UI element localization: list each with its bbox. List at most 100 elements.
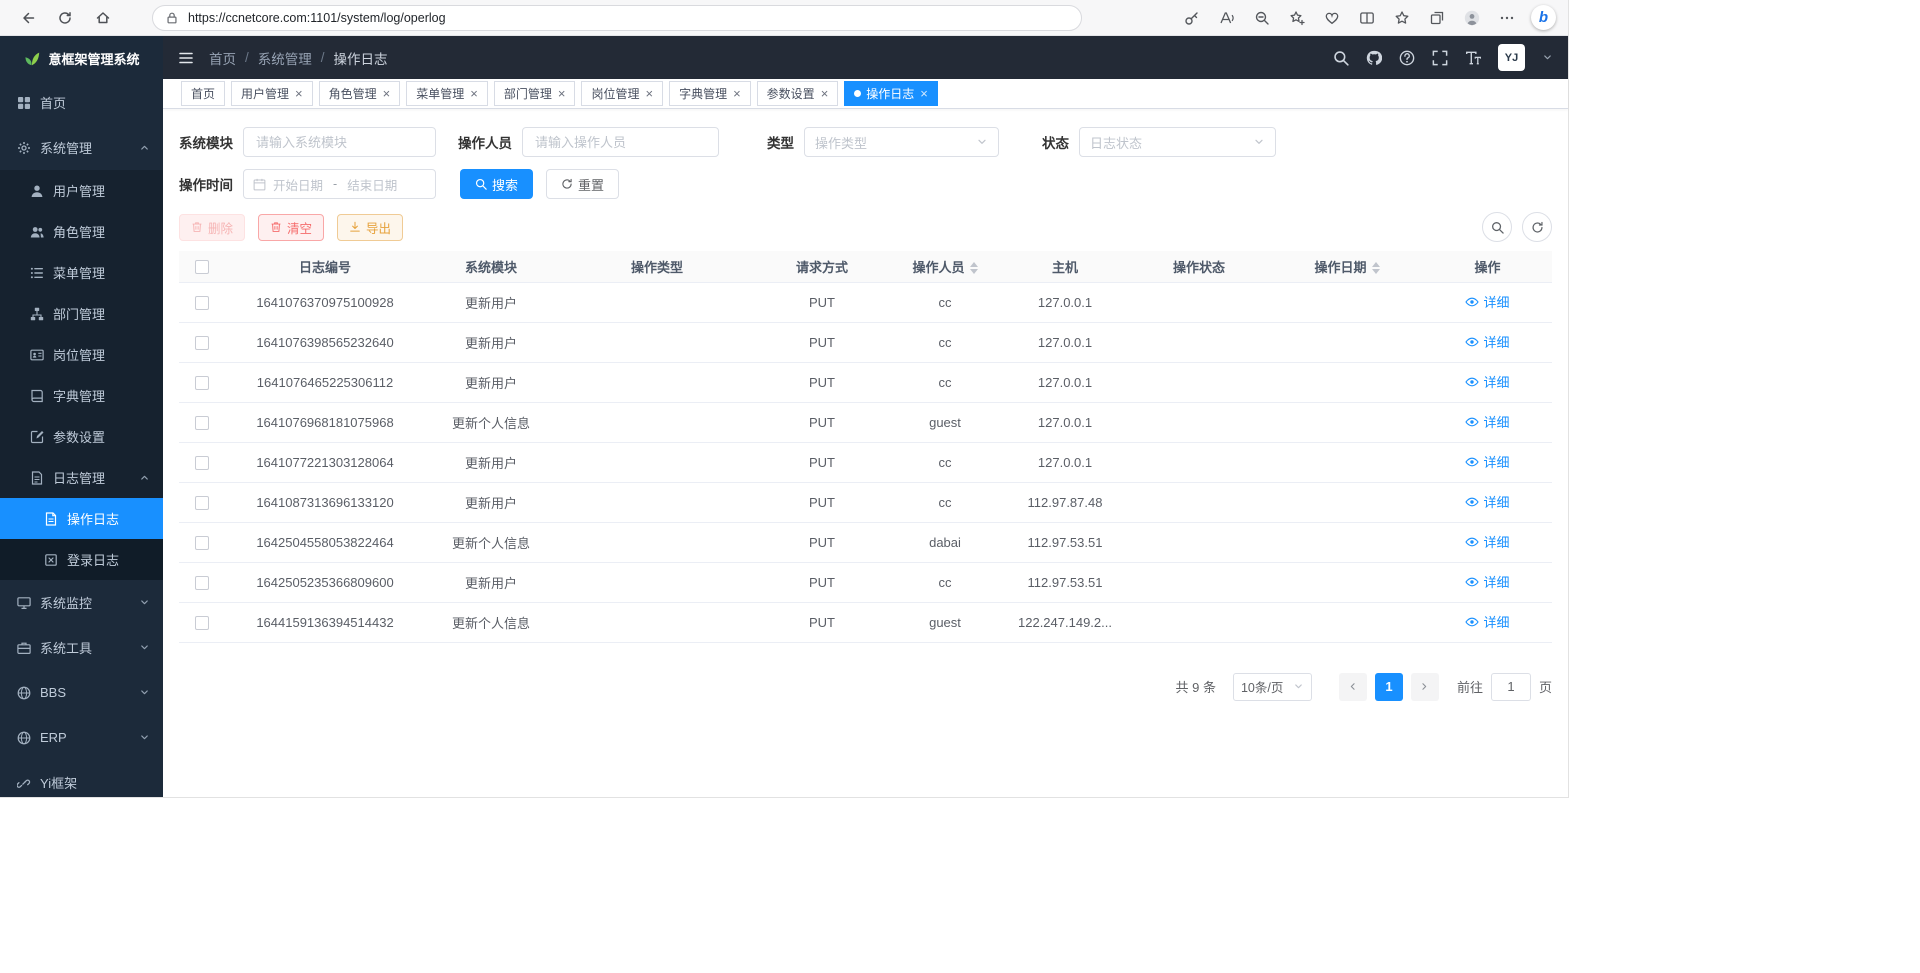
prev-page-button[interactable] xyxy=(1339,673,1367,701)
close-icon[interactable]: × xyxy=(295,87,303,100)
sidebar-item[interactable]: 系统工具 xyxy=(0,625,163,670)
sidebar-item[interactable]: BBS xyxy=(0,670,163,715)
help-button[interactable] xyxy=(1399,50,1415,66)
breadcrumb-item[interactable]: 系统管理 xyxy=(258,48,312,68)
reset-button[interactable]: 重置 xyxy=(546,169,619,199)
tab-item[interactable]: 角色管理× xyxy=(319,81,401,106)
sidebar-item[interactable]: ERP xyxy=(0,715,163,760)
sidebar-item[interactable]: 部门管理 xyxy=(0,293,163,334)
search-button[interactable]: 搜索 xyxy=(460,169,533,199)
sidebar-item[interactable]: Yi框架 xyxy=(0,760,163,797)
chevron-down-icon[interactable] xyxy=(1542,52,1553,63)
detail-link[interactable]: 详细 xyxy=(1465,492,1509,511)
sidebar-item[interactable]: 系统管理 xyxy=(0,125,163,170)
module-filter-input[interactable] xyxy=(243,127,436,157)
row-checkbox[interactable] xyxy=(195,536,209,550)
date-range-picker[interactable]: 开始日期 - 结束日期 xyxy=(243,169,436,199)
hamburger-icon[interactable] xyxy=(178,50,194,66)
sidebar-item[interactable]: 日志管理 xyxy=(0,457,163,498)
detail-link[interactable]: 详细 xyxy=(1465,292,1509,311)
back-button[interactable] xyxy=(12,4,42,32)
detail-link[interactable]: 详细 xyxy=(1465,572,1509,591)
sidebar-item[interactable]: 字典管理 xyxy=(0,375,163,416)
row-checkbox[interactable] xyxy=(195,336,209,350)
select-all-checkbox[interactable] xyxy=(195,260,209,274)
close-icon[interactable]: × xyxy=(733,87,741,100)
sidebar-item[interactable]: 系统监控 xyxy=(0,580,163,625)
column-header[interactable]: 操作人员 xyxy=(887,251,1003,282)
column-header: 主机 xyxy=(1003,251,1127,282)
close-icon[interactable]: × xyxy=(383,87,391,100)
zoom-button[interactable] xyxy=(1247,4,1277,32)
split-screen-button[interactable] xyxy=(1352,4,1382,32)
copilot-icon[interactable]: b xyxy=(1531,5,1556,30)
collections-button[interactable] xyxy=(1422,4,1452,32)
tab-item[interactable]: 参数设置× xyxy=(757,81,839,106)
profile-button[interactable] xyxy=(1457,4,1487,32)
status-select[interactable]: 日志状态 xyxy=(1079,127,1276,157)
detail-link[interactable]: 详细 xyxy=(1465,372,1509,391)
detail-link[interactable]: 详细 xyxy=(1465,612,1509,631)
export-button[interactable]: 导出 xyxy=(337,214,403,241)
delete-button[interactable]: 删除 xyxy=(179,214,245,241)
tab-active[interactable]: 操作日志× xyxy=(844,81,938,106)
close-icon[interactable]: × xyxy=(821,87,829,100)
fullscreen-button[interactable] xyxy=(1432,50,1448,66)
detail-link[interactable]: 详细 xyxy=(1465,532,1509,551)
tab-item[interactable]: 岗位管理× xyxy=(581,81,663,106)
read-aloud-button[interactable] xyxy=(1212,4,1242,32)
sidebar-item[interactable]: 首页 xyxy=(0,80,163,125)
password-key-button[interactable] xyxy=(1177,4,1207,32)
tab-item[interactable]: 用户管理× xyxy=(231,81,313,106)
more-options-button[interactable] xyxy=(1492,4,1522,32)
show-search-button[interactable] xyxy=(1482,212,1512,242)
sidebar-item[interactable]: 菜单管理 xyxy=(0,252,163,293)
page-size-select[interactable]: 10条/页 xyxy=(1233,673,1312,701)
next-page-button[interactable] xyxy=(1411,673,1439,701)
close-icon[interactable]: × xyxy=(470,87,478,100)
sidebar-item[interactable]: 角色管理 xyxy=(0,211,163,252)
refresh-table-button[interactable] xyxy=(1522,212,1552,242)
row-checkbox[interactable] xyxy=(195,456,209,470)
header-search-button[interactable] xyxy=(1333,50,1349,66)
detail-link[interactable]: 详细 xyxy=(1465,412,1509,431)
close-icon[interactable]: × xyxy=(645,87,653,100)
close-icon[interactable]: × xyxy=(920,87,928,100)
row-checkbox[interactable] xyxy=(195,576,209,590)
add-favorite-button[interactable] xyxy=(1282,4,1312,32)
sort-caret-icon[interactable] xyxy=(970,262,978,274)
close-icon[interactable]: × xyxy=(558,87,566,100)
refresh-button[interactable] xyxy=(50,4,80,32)
sidebar-item[interactable]: 参数设置 xyxy=(0,416,163,457)
row-checkbox[interactable] xyxy=(195,496,209,510)
tab-item[interactable]: 字典管理× xyxy=(669,81,751,106)
column-header[interactable]: 操作日期 xyxy=(1271,251,1423,282)
detail-link[interactable]: 详细 xyxy=(1465,452,1509,471)
page-1-button[interactable]: 1 xyxy=(1375,673,1403,701)
clear-button[interactable]: 清空 xyxy=(258,214,324,241)
user-avatar[interactable]: YJ xyxy=(1498,44,1525,71)
favorites-button[interactable] xyxy=(1387,4,1417,32)
sort-caret-icon[interactable] xyxy=(1372,262,1380,274)
row-checkbox[interactable] xyxy=(195,416,209,430)
home-button[interactable] xyxy=(88,4,118,32)
tab-item[interactable]: 菜单管理× xyxy=(406,81,488,106)
sidebar-item[interactable]: 岗位管理 xyxy=(0,334,163,375)
detail-link[interactable]: 详细 xyxy=(1465,332,1509,351)
breadcrumb-item[interactable]: 首页 xyxy=(209,48,236,68)
sidebar-item[interactable]: 登录日志 xyxy=(0,539,163,580)
sidebar-item[interactable]: 操作日志 xyxy=(0,498,163,539)
operator-filter-input[interactable] xyxy=(522,127,719,157)
font-size-button[interactable] xyxy=(1465,50,1481,66)
tab-item[interactable]: 部门管理× xyxy=(494,81,576,106)
row-checkbox[interactable] xyxy=(195,376,209,390)
goto-page-input[interactable] xyxy=(1491,673,1531,701)
row-checkbox[interactable] xyxy=(195,296,209,310)
github-button[interactable] xyxy=(1366,50,1382,66)
sidebar-item[interactable]: 用户管理 xyxy=(0,170,163,211)
browser-essentials-button[interactable] xyxy=(1317,4,1347,32)
type-select[interactable]: 操作类型 xyxy=(804,127,999,157)
tab-item[interactable]: 首页 xyxy=(181,81,225,106)
row-checkbox[interactable] xyxy=(195,616,209,630)
address-bar[interactable]: https://ccnetcore.com:1101/system/log/op… xyxy=(152,5,1082,31)
